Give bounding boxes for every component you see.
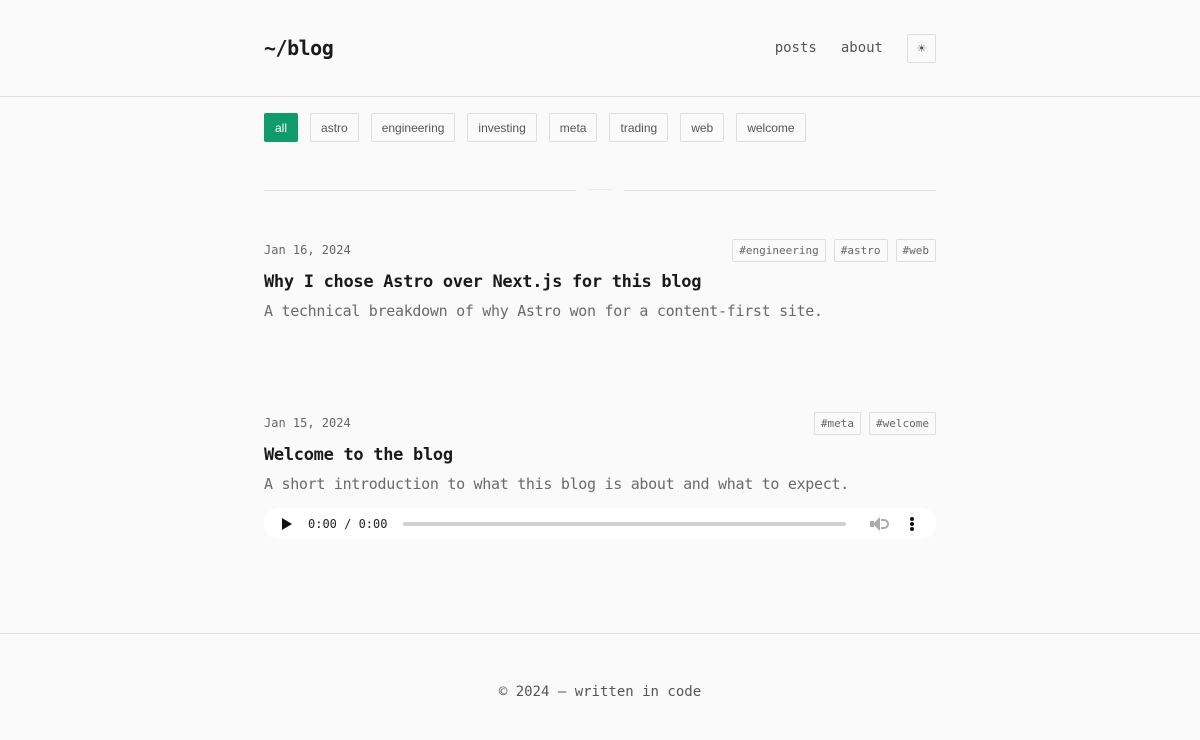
section-divider [264,189,936,191]
tag-filter-bar: all astro engineering investing meta tra… [264,113,818,142]
play-icon[interactable] [282,517,292,530]
filter-chip-investing[interactable]: investing [467,113,537,142]
more-options-icon[interactable] [910,516,915,531]
site-title[interactable]: ~/blog [264,36,334,60]
audio-time: 0:00 / 0:00 [308,516,388,531]
main-nav: posts about ☀ [775,33,936,63]
divider-mark [588,189,612,190]
post-title-link[interactable]: Welcome to the blog [264,445,936,465]
post-meta: Jan 15, 2024 #meta #welcome [264,411,936,435]
filter-chip-engineering[interactable]: engineering [370,113,456,142]
post-tags: #engineering #astro #web [724,238,936,262]
filter-chip-web[interactable]: web [680,113,725,142]
post-tag[interactable]: #engineering [732,238,826,262]
post-tag[interactable]: #astro [833,238,888,262]
filter-chip-all[interactable]: all [264,113,299,142]
sun-icon: ☀ [916,42,927,55]
post-meta: Jan 16, 2024 #engineering #astro #web [264,238,936,262]
post-card: Jan 15, 2024 #meta #welcome Welcome to t… [264,411,936,539]
footer-text: © 2024 — written in code [498,684,702,700]
post-date: Jan 16, 2024 [264,243,351,257]
divider-line-left [264,190,576,191]
filter-chip-welcome[interactable]: welcome [736,113,806,142]
post-title-link[interactable]: Why I chose Astro over Next.js for this … [264,272,936,292]
site-footer: © 2024 — written in code [0,633,1200,740]
nav-link-about[interactable]: about [841,33,883,63]
divider-line-right [624,190,936,191]
post-card: Jan 16, 2024 #engineering #astro #web Wh… [264,238,936,320]
post-tag[interactable]: #welcome [869,411,936,435]
audio-player: 0:00 / 0:00 [264,508,936,539]
theme-toggle-button[interactable]: ☀ [907,33,936,63]
post-tag[interactable]: #web [895,238,936,262]
site-header: ~/blog posts about ☀ [0,0,1200,97]
filter-chip-astro[interactable]: astro [310,113,359,142]
post-tag[interactable]: #meta [813,411,862,435]
post-date: Jan 15, 2024 [264,416,351,430]
filter-chip-meta[interactable]: meta [548,113,598,142]
volume-icon[interactable] [870,516,890,532]
post-description: A technical breakdown of why Astro won f… [264,302,823,320]
post-description: A short introduction to what this blog i… [264,475,849,493]
audio-progress-bar[interactable] [403,521,847,526]
post-tags: #meta #welcome [806,411,936,435]
nav-link-posts[interactable]: posts [775,33,817,63]
filter-chip-trading[interactable]: trading [609,113,669,142]
